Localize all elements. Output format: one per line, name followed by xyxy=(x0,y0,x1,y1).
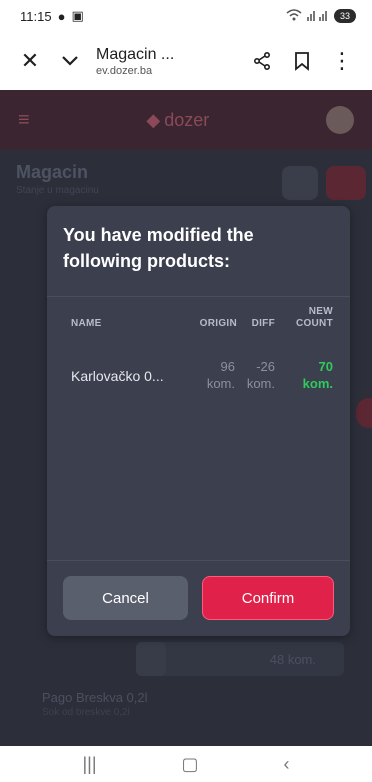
signal-icon xyxy=(307,9,329,24)
save-button[interactable] xyxy=(326,166,366,200)
product-origin-unit: kom. xyxy=(206,376,235,391)
battery-icon: 33 xyxy=(334,9,356,23)
menu-icon[interactable]: ≡ xyxy=(18,109,30,132)
close-icon[interactable]: ✕ xyxy=(10,41,50,81)
page-title: Magacin xyxy=(16,162,89,182)
app-header: ≡ ◆ dozer xyxy=(0,90,372,150)
browser-page-title: Magacin ... xyxy=(96,45,175,63)
screenshot-icon: ▣ xyxy=(71,8,84,23)
column-header-new-count: NEW COUNT xyxy=(279,306,333,330)
product-diff-unit: kom. xyxy=(246,376,275,391)
product-new-value: 70 xyxy=(318,359,333,374)
browser-url: ev.dozer.ba xyxy=(96,64,153,77)
column-header-new-line2: COUNT xyxy=(295,318,333,329)
product-diff-value: -26 xyxy=(256,359,275,374)
avatar[interactable] xyxy=(325,106,354,134)
modal-divider xyxy=(47,296,350,297)
wifi-icon xyxy=(286,8,302,24)
column-header-new-line1: NEW xyxy=(308,306,333,317)
product-new-count: 70 kom. xyxy=(279,358,333,392)
product-origin-value: 96 xyxy=(220,359,235,374)
app-logo: ◆ dozer xyxy=(146,110,209,131)
status-icons: 33 xyxy=(286,8,356,24)
drop-icon: ◆ xyxy=(146,109,161,130)
app-logo-text: dozer xyxy=(164,109,210,130)
chevron-down-icon[interactable] xyxy=(50,41,90,81)
more-options-icon[interactable]: ⋮ xyxy=(322,41,362,81)
page-subtitle: Stanje u magacinu xyxy=(16,185,99,196)
list-item-sub: Sok od breskve 0,2l xyxy=(42,707,130,718)
info-button[interactable] xyxy=(356,398,372,428)
quantity-field[interactable]: 48 kom. xyxy=(136,642,344,676)
column-header-diff: DIFF xyxy=(251,318,275,329)
cancel-button[interactable]: Cancel xyxy=(63,576,188,620)
navigation-bar: ||| ▢ ‹ xyxy=(0,746,372,782)
clear-button[interactable] xyxy=(282,166,318,200)
browser-toolbar: ✕ Magacin ... ev.dozer.ba ⋮ xyxy=(0,32,372,90)
status-bar: 11:15 ● ▣ 33 xyxy=(0,0,372,32)
product-diff: -26 kom. xyxy=(233,358,275,392)
product-new-unit: kom. xyxy=(302,376,333,391)
bookmark-icon[interactable] xyxy=(282,41,322,81)
back-icon[interactable]: ‹ xyxy=(284,754,290,775)
app-title-block: Magacin Stanje u magacinu xyxy=(16,162,99,196)
recent-apps-icon[interactable]: ||| xyxy=(82,754,96,775)
status-time: 11:15 xyxy=(20,8,52,24)
product-origin: 96 kom. xyxy=(177,358,235,392)
share-icon[interactable] xyxy=(242,41,282,81)
product-name: Karlovačko 0... xyxy=(71,368,164,384)
quantity-minus-button[interactable] xyxy=(136,642,166,676)
column-header-name: NAME xyxy=(71,318,102,329)
browser-title-block[interactable]: Magacin ... ev.dozer.ba xyxy=(96,46,242,77)
list-item-name: Pago Breskva 0,2l xyxy=(42,690,148,705)
status-left: 11:15 ● ▣ xyxy=(20,8,84,24)
home-icon[interactable]: ▢ xyxy=(182,754,199,775)
list-item[interactable]: Pago Breskva 0,2l Sok od breskve 0,2l xyxy=(42,690,148,718)
notification-icon: ● xyxy=(57,8,66,24)
confirm-modal: You have modified the following products… xyxy=(47,206,350,636)
modal-title: You have modified the following products… xyxy=(63,225,254,271)
confirm-button[interactable]: Confirm xyxy=(202,576,334,620)
modal-divider xyxy=(47,560,350,561)
column-header-origin: ORIGIN xyxy=(199,318,237,329)
